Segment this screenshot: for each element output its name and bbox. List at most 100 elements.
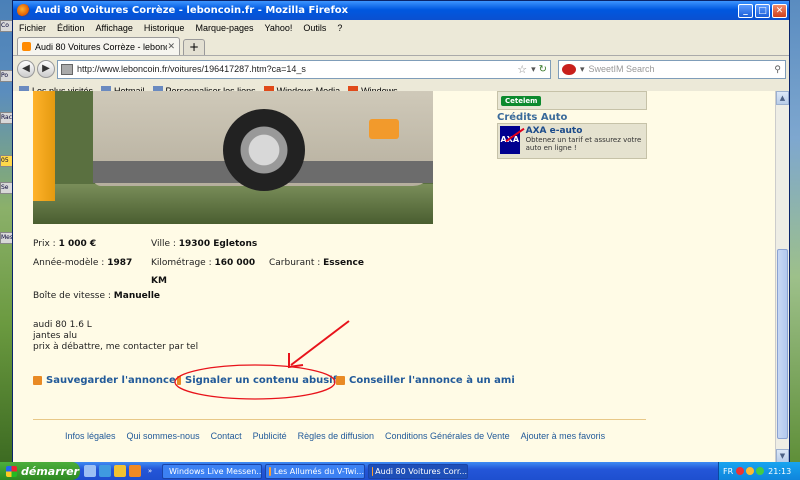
quick-launch: »: [84, 465, 159, 477]
fuel-row: Carburant : Essence: [269, 258, 364, 268]
search-bar[interactable]: ▾ SweetIM Search ⚲: [558, 59, 786, 79]
start-button[interactable]: démarrer: [0, 462, 80, 480]
scroll-up-icon[interactable]: ▲: [776, 91, 789, 105]
save-listing-link[interactable]: Sauvegarder l'annonce: [33, 375, 176, 386]
menu-historique[interactable]: Historique: [144, 23, 185, 33]
menu-help[interactable]: ?: [337, 23, 342, 33]
task-vtwin[interactable]: Les Allumés du V-Twi...: [265, 463, 365, 479]
desktop-right-strip: [790, 0, 800, 462]
task-audi80[interactable]: Audi 80 Voitures Corr...: [368, 463, 468, 479]
fuel-label: Carburant :: [269, 258, 321, 268]
tray-network-icon[interactable]: [746, 467, 755, 475]
reload-icon[interactable]: ↻: [539, 64, 547, 75]
address-bar[interactable]: http://www.leboncoin.fr/voitures/1964172…: [57, 59, 551, 79]
report-flag-icon: [177, 376, 181, 385]
system-tray: FR 21:13: [718, 462, 800, 480]
menu-bar: Fichier Édition Affichage Historique Mar…: [13, 20, 789, 36]
cetelem-logo: Cetelem: [501, 95, 542, 106]
task-label: Audi 80 Voitures Corr...: [375, 466, 467, 476]
footer-links: Infos légales Qui sommes-nous Contact Pu…: [65, 431, 616, 441]
clock[interactable]: 21:13: [768, 467, 791, 476]
menu-affichage[interactable]: Affichage: [96, 23, 133, 33]
description-line: audi 80 1.6 L: [33, 320, 92, 330]
search-input[interactable]: SweetIM Search: [589, 64, 775, 74]
vertical-scrollbar[interactable]: ▲ ▼: [775, 91, 789, 463]
footer-link-qui-sommes-nous[interactable]: Qui sommes-nous: [127, 431, 200, 441]
axa-ad[interactable]: AXA AXA e-auto Obtenez un tarif et assur…: [497, 123, 647, 159]
photo-car-wheel: [223, 109, 305, 191]
title-bar: Audi 80 Voitures Corrèze - leboncoin.fr …: [13, 1, 789, 20]
mileage-value: 160 000: [214, 258, 256, 268]
footer-divider: [33, 419, 646, 420]
site-identity-icon[interactable]: [61, 63, 73, 75]
navigation-bar: ◀ ▶ http://www.leboncoin.fr/voitures/196…: [13, 56, 789, 82]
listing-description: audi 80 1.6 L jantes alu prix à débattre…: [33, 320, 198, 353]
window-title: Audi 80 Voitures Corrèze - leboncoin.fr …: [35, 5, 349, 16]
task-label: Les Allumés du V-Twi...: [273, 466, 364, 476]
credits-auto-title: Crédits Auto: [497, 112, 568, 123]
footer-link-contact[interactable]: Contact: [211, 431, 242, 441]
car-photo[interactable]: [33, 91, 433, 224]
tray-antivirus-icon[interactable]: [736, 467, 745, 475]
report-abuse-label: Signaler un contenu abusif: [185, 375, 337, 386]
mileage-row: Kilométrage : 160 000: [151, 258, 255, 268]
cetelem-ad[interactable]: Cetelem: [497, 91, 647, 110]
gearbox-value: Manuelle: [113, 291, 161, 301]
menu-fichier[interactable]: Fichier: [19, 23, 46, 33]
mileage-unit-row: KM: [151, 276, 167, 286]
footer-link-favoris[interactable]: Ajouter à mes favoris: [521, 431, 606, 441]
report-abuse-link[interactable]: Signaler un contenu abusif: [177, 375, 337, 386]
menu-marque-pages[interactable]: Marque-pages: [195, 23, 253, 33]
quicklaunch-chrome-icon[interactable]: [114, 465, 126, 477]
scroll-thumb[interactable]: [777, 249, 788, 439]
start-label: démarrer: [21, 464, 79, 478]
menu-outils[interactable]: Outils: [303, 23, 326, 33]
close-button[interactable]: ✕: [772, 3, 787, 18]
footer-link-publicite[interactable]: Publicité: [253, 431, 287, 441]
quicklaunch-desktop-icon[interactable]: [84, 465, 96, 477]
page-viewport: Cetelem Crédits Auto AXA AXA e-auto Obte…: [13, 91, 776, 463]
tab-close-icon[interactable]: ✕: [167, 41, 175, 52]
menu-yahoo[interactable]: Yahoo!: [265, 23, 293, 33]
quicklaunch-firefox-icon[interactable]: [129, 465, 141, 477]
axa-logo: AXA: [500, 126, 520, 154]
gearbox-label: Boîte de vitesse :: [33, 291, 111, 301]
year-value: 1987: [107, 258, 133, 268]
search-engine-icon[interactable]: [562, 63, 576, 75]
description-line: jantes alu: [33, 331, 78, 341]
scroll-down-icon[interactable]: ▼: [776, 449, 789, 463]
url-dropdown-icon[interactable]: ▾: [531, 64, 536, 75]
search-dropdown-icon[interactable]: ▾: [580, 64, 585, 75]
footer-link-cgv[interactable]: Conditions Générales de Vente: [385, 431, 510, 441]
tab-leboncoin[interactable]: Audi 80 Voitures Corrèze - leboncoin.fr …: [17, 37, 180, 55]
save-icon: [33, 376, 42, 385]
axa-ad-text: Obtenez un tarif et assurez votre auto e…: [525, 136, 642, 152]
price-row: Prix : 1 000 €: [33, 239, 96, 249]
friends-icon: [336, 376, 345, 385]
ads-sidebar: Cetelem Crédits Auto AXA AXA e-auto Obte…: [497, 91, 647, 159]
save-listing-label: Sauvegarder l'annonce: [46, 375, 176, 386]
mileage-unit: KM: [151, 276, 167, 286]
city-row: Ville : 19300 Egletons: [151, 239, 257, 249]
tray-volume-icon[interactable]: [756, 467, 765, 475]
task-messenger[interactable]: Windows Live Messen...: [162, 463, 262, 479]
search-icon[interactable]: ⚲: [774, 64, 781, 75]
quicklaunch-ie-icon[interactable]: [99, 465, 111, 477]
footer-link-regles[interactable]: Règles de diffusion: [298, 431, 374, 441]
bookmark-star-icon[interactable]: ☆: [517, 63, 527, 76]
footer-link-infos-legales[interactable]: Infos légales: [65, 431, 116, 441]
minimize-button[interactable]: _: [738, 3, 753, 18]
back-button[interactable]: ◀: [17, 60, 35, 78]
axa-ad-title[interactable]: AXA e-auto: [526, 126, 644, 136]
url-text[interactable]: http://www.leboncoin.fr/voitures/1964172…: [77, 64, 517, 74]
language-indicator[interactable]: FR: [723, 467, 733, 476]
task-label: Windows Live Messen...: [169, 466, 262, 476]
price-label: Prix :: [33, 239, 56, 249]
maximize-button[interactable]: □: [755, 3, 770, 18]
share-friend-link[interactable]: Conseiller l'annonce à un ami: [336, 375, 515, 386]
city-value: 19300 Egletons: [178, 239, 258, 249]
quicklaunch-more-icon[interactable]: »: [144, 465, 156, 477]
forward-button[interactable]: ▶: [37, 60, 55, 78]
new-tab-button[interactable]: +: [183, 39, 205, 55]
menu-edition[interactable]: Édition: [57, 23, 85, 33]
